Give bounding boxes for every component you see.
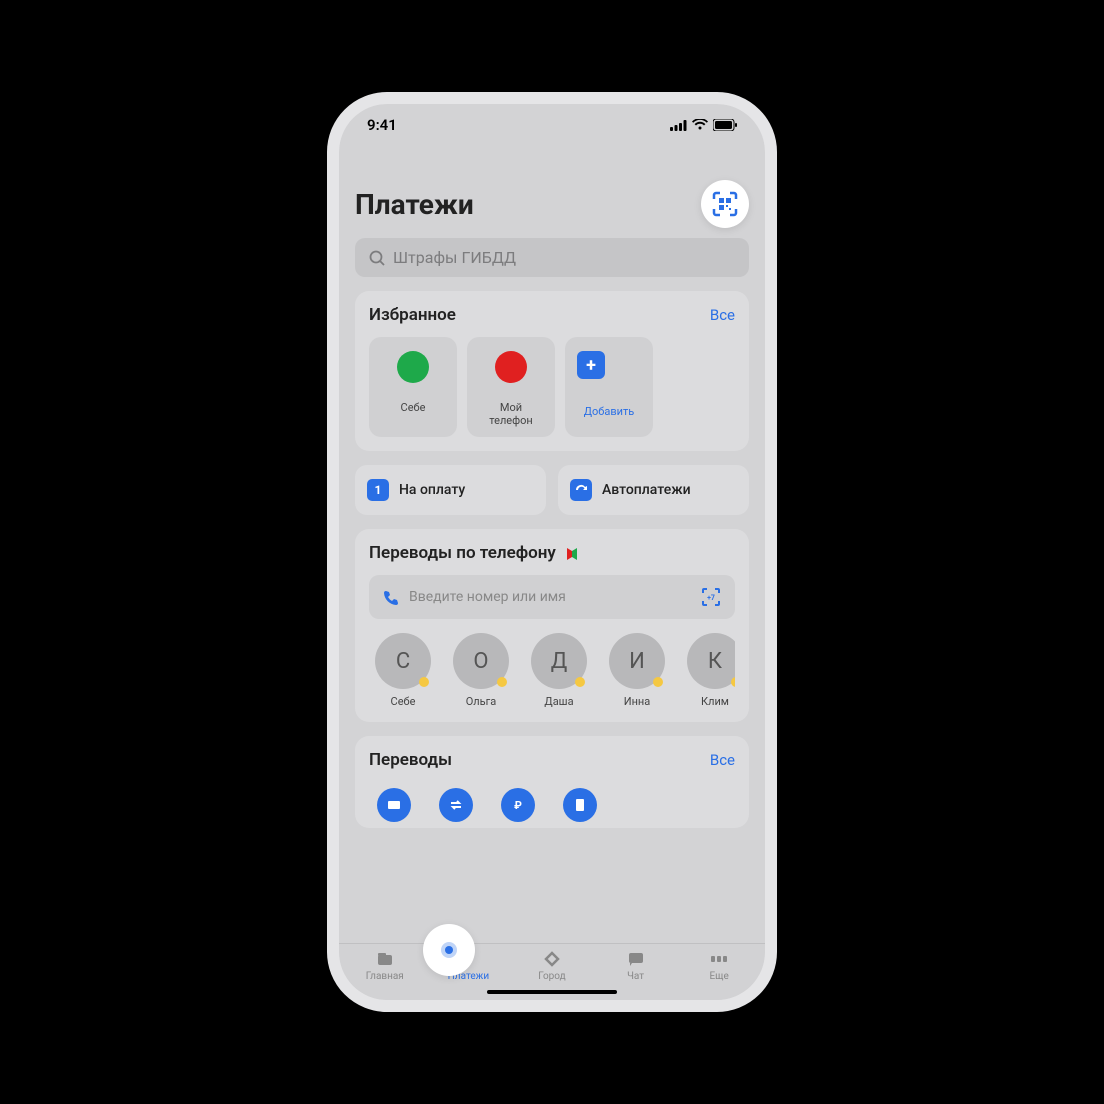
search-icon: [369, 250, 385, 266]
qr-icon: [712, 191, 738, 217]
contact-dasha[interactable]: Д Даша: [525, 633, 593, 708]
transfers-card: Переводы Все ₽: [355, 736, 749, 828]
tab-label: Еще: [710, 971, 729, 982]
svg-text:+7: +7: [707, 594, 715, 602]
favorites-title: Избранное: [369, 305, 456, 325]
tab-label: Главная: [366, 971, 404, 982]
status-icons: [670, 119, 737, 131]
chat-icon: [626, 950, 646, 968]
phone-transfers-header: Переводы по телефону: [369, 543, 735, 563]
status-dot-icon: [653, 677, 663, 687]
badge-icon: 1: [367, 479, 389, 501]
active-tab-bubble: [423, 924, 475, 976]
search-placeholder: Штрафы ГИБДД: [393, 248, 516, 267]
content-scroll[interactable]: Платежи Штрафы ГИБДД: [339, 140, 765, 943]
action-row: 1 На оплату Автоплатежи: [355, 465, 749, 515]
phone-number-input[interactable]: Введите номер или имя +7: [369, 575, 735, 619]
avatar: С: [375, 633, 431, 689]
transfers-header: Переводы Все: [369, 750, 735, 770]
home-icon: [375, 950, 395, 968]
phone-transfers-title: Переводы по телефону: [369, 543, 580, 563]
wifi-icon: [692, 119, 708, 131]
status-dot-icon: [575, 677, 585, 687]
to-pay-button[interactable]: 1 На оплату: [355, 465, 546, 515]
contacts-row[interactable]: С Себе О Ольга Д Даша И Инна: [369, 633, 735, 708]
phone-screen: 9:41 Платежи: [339, 104, 765, 1000]
contact-name: Ольга: [447, 695, 515, 708]
favorite-icon: [495, 351, 527, 383]
tab-bar: Главная Платежи Город Чат Еще: [339, 943, 765, 1000]
city-icon: [542, 950, 562, 968]
plus-icon: +: [577, 351, 605, 379]
avatar: Д: [531, 633, 587, 689]
svg-text:₽: ₽: [514, 799, 522, 812]
page-header: Платежи: [355, 180, 749, 228]
phone-input-placeholder: Введите номер или имя: [409, 589, 566, 605]
tab-chat[interactable]: Чат: [601, 950, 671, 982]
transfer-ruble-icon[interactable]: ₽: [501, 788, 535, 822]
tab-home[interactable]: Главная: [350, 950, 420, 982]
favorite-label: Добавить: [575, 405, 643, 418]
tab-label: Чат: [627, 971, 644, 982]
contact-name: Себе: [369, 695, 437, 708]
transfer-between-icon[interactable]: [439, 788, 473, 822]
status-dot-icon: [731, 677, 735, 687]
favorite-label: Мой телефон: [477, 401, 545, 427]
autopay-button[interactable]: Автоплатежи: [558, 465, 749, 515]
favorite-icon: [397, 351, 429, 383]
transfers-all-link[interactable]: Все: [710, 751, 735, 769]
contact-inna[interactable]: И Инна: [603, 633, 671, 708]
home-indicator[interactable]: [487, 990, 617, 994]
sbp-icon: [564, 546, 580, 562]
contact-name: Клим: [681, 695, 735, 708]
more-icon: [709, 950, 729, 968]
pill-label: Автоплатежи: [602, 482, 691, 498]
status-dot-icon: [497, 677, 507, 687]
status-dot-icon: [419, 677, 429, 687]
status-time: 9:41: [367, 116, 397, 134]
favorite-item-self[interactable]: Себе: [369, 337, 457, 437]
avatar: К: [687, 633, 735, 689]
qr-scan-button[interactable]: [701, 180, 749, 228]
tab-label: Город: [538, 971, 565, 982]
transfer-doc-icon[interactable]: [563, 788, 597, 822]
tab-city[interactable]: Город: [517, 950, 587, 982]
favorite-item-add[interactable]: + Добавить: [565, 337, 653, 437]
signal-icon: [670, 120, 687, 131]
tab-more[interactable]: Еще: [684, 950, 754, 982]
scan-number-icon[interactable]: +7: [701, 587, 721, 607]
contact-name: Инна: [603, 695, 671, 708]
repeat-icon: [570, 479, 592, 501]
favorites-header: Избранное Все: [369, 305, 735, 325]
contact-olga[interactable]: О Ольга: [447, 633, 515, 708]
payments-tab-icon: [438, 939, 460, 961]
favorites-all-link[interactable]: Все: [710, 306, 735, 324]
favorites-card: Избранное Все Себе Мой телефон + Добавит…: [355, 291, 749, 451]
contact-self[interactable]: С Себе: [369, 633, 437, 708]
phone-icon: [383, 589, 399, 605]
avatar: О: [453, 633, 509, 689]
contact-name: Даша: [525, 695, 593, 708]
page-title: Платежи: [355, 188, 474, 221]
battery-icon: [713, 119, 737, 131]
search-input[interactable]: Штрафы ГИБДД: [355, 238, 749, 277]
transfer-card-icon[interactable]: [377, 788, 411, 822]
phone-frame: 9:41 Платежи: [327, 92, 777, 1012]
contact-klim[interactable]: К Клим: [681, 633, 735, 708]
pill-label: На оплату: [399, 482, 465, 498]
avatar: И: [609, 633, 665, 689]
favorite-label: Себе: [379, 401, 447, 414]
favorite-item-phone[interactable]: Мой телефон: [467, 337, 555, 437]
phone-transfers-card: Переводы по телефону Введите номер или и…: [355, 529, 749, 722]
transfers-title: Переводы: [369, 750, 452, 770]
status-bar: 9:41: [339, 104, 765, 140]
